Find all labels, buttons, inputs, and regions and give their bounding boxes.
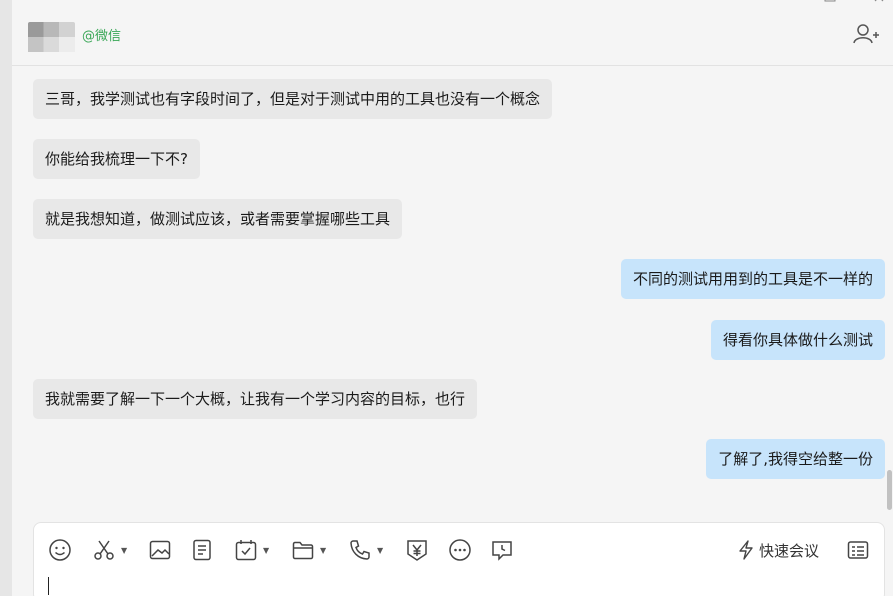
chevron-down-icon[interactable]: ▼ — [263, 546, 269, 555]
call-button[interactable]: ▼ — [348, 537, 383, 563]
add-user-icon — [853, 24, 879, 44]
message-bubble-outgoing[interactable]: 得看你具体做什么测试 — [710, 320, 885, 360]
scheduled-message-button[interactable] — [490, 537, 514, 563]
image-button[interactable] — [148, 537, 172, 563]
yen-icon — [407, 540, 427, 561]
quick-meeting-button[interactable]: 快速会议 — [737, 539, 819, 561]
avatar[interactable] — [28, 22, 75, 52]
message-bubble-incoming[interactable]: 三哥，我学测试也有字段时间了，但是对于测试中用的工具也没有一个概念 — [33, 79, 553, 119]
schedule-button[interactable]: ▼ — [234, 537, 269, 563]
folder-icon — [292, 541, 314, 560]
maximize-icon — [824, 0, 836, 2]
message-bubble-outgoing[interactable]: 不同的测试用用到的工具是不一样的 — [620, 259, 885, 299]
document-icon — [193, 539, 211, 561]
chevron-down-icon[interactable]: ▼ — [320, 546, 326, 555]
chat-history-icon — [847, 541, 869, 559]
lightning-icon — [739, 540, 753, 560]
text-cursor — [48, 577, 49, 595]
scissors-icon — [94, 540, 114, 560]
chevron-down-icon[interactable]: ▼ — [377, 546, 383, 555]
chat-header: @微信 — [12, 0, 893, 66]
schedule-icon — [235, 540, 257, 561]
phone-icon — [350, 540, 370, 560]
more-button[interactable] — [448, 537, 472, 563]
compose-box[interactable]: ▼ ▼ ▼ ▼ 快速会议 — [33, 522, 885, 596]
add-member-button[interactable] — [852, 22, 880, 46]
maximize-button[interactable] — [824, 0, 840, 4]
left-panel-edge — [0, 0, 12, 596]
message-list[interactable]: 三哥，我学测试也有字段时间了，但是对于测试中用的工具也没有一个概念 你能给我梳理… — [12, 66, 893, 521]
message-bubble-incoming[interactable]: 就是我想知道，做测试应该，或者需要掌握哪些工具 — [33, 199, 403, 239]
red-packet-button[interactable] — [405, 537, 429, 563]
close-button[interactable] — [874, 0, 890, 4]
quick-meeting-label: 快速会议 — [759, 541, 820, 560]
clock-message-icon — [492, 541, 512, 561]
scrollbar-thumb[interactable] — [887, 470, 892, 510]
history-button[interactable] — [846, 537, 870, 563]
document-button[interactable] — [190, 537, 214, 563]
more-icon — [449, 539, 471, 561]
message-bubble-incoming[interactable]: 你能给我梳理一下不? — [33, 139, 200, 179]
emoji-button[interactable] — [48, 537, 72, 563]
screenshot-button[interactable]: ▼ — [92, 537, 127, 563]
chevron-down-icon[interactable]: ▼ — [121, 546, 127, 555]
emoji-icon — [49, 539, 71, 561]
message-bubble-incoming[interactable]: 我就需要了解一下一个大概，让我有一个学习内容的目标，也行 — [33, 379, 478, 419]
message-bubble-outgoing[interactable]: 了解了,我得空给整一份 — [706, 439, 885, 479]
wechat-tag: @微信 — [82, 29, 122, 44]
image-icon — [149, 540, 171, 560]
close-icon — [874, 0, 884, 2]
folder-button[interactable]: ▼ — [291, 537, 326, 563]
